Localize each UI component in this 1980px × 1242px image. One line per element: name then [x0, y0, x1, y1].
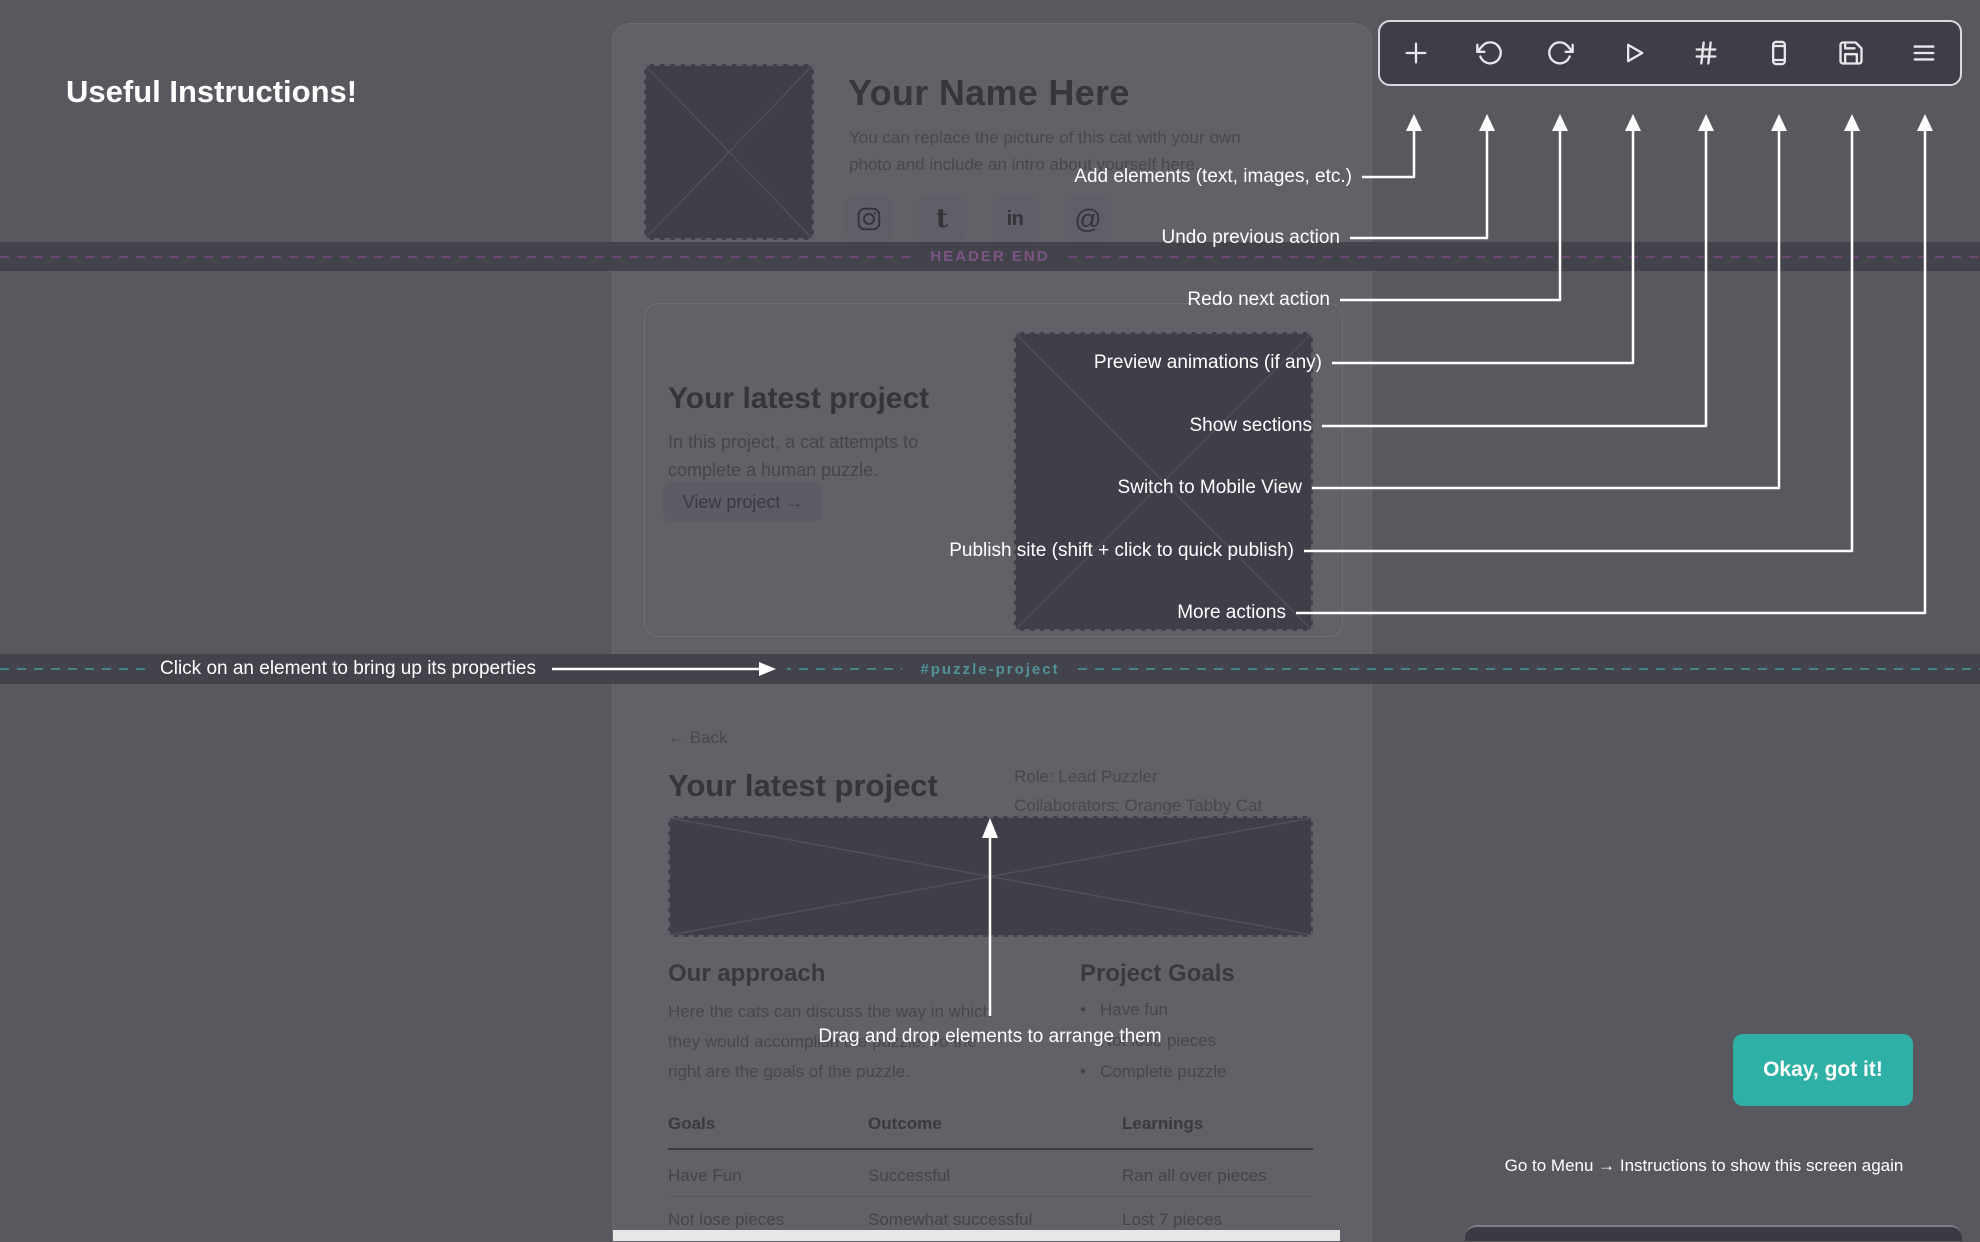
tip-publish: Publish site (shift + click to quick pub… [949, 538, 1294, 564]
project-card-description: In this project, a cat attempts to compl… [668, 428, 968, 484]
menu-icon [1910, 39, 1938, 67]
threads-icon[interactable]: @ [1064, 195, 1112, 243]
editor-toolbar [1378, 20, 1962, 86]
table-cell: Have Fun [668, 1166, 742, 1186]
play-icon [1620, 39, 1648, 67]
tumblr-glyph: t [936, 204, 948, 234]
project-role: Role: Lead Puzzler [1014, 762, 1262, 791]
tip-show-sections: Show sections [1189, 413, 1312, 439]
add-elements-button[interactable] [1380, 22, 1453, 84]
table-cell: Lost 7 pieces [1122, 1210, 1222, 1230]
tip-more-actions: More actions [1177, 600, 1286, 626]
instagram-icon[interactable] [845, 195, 893, 243]
right-arrow-icon [552, 661, 777, 677]
tip-mobile-view: Switch to Mobile View [1118, 475, 1302, 501]
page-bottom-edge [613, 1230, 1340, 1241]
save-icon [1837, 39, 1865, 67]
tip-click-element-label: Click on an element to bring up its prop… [160, 658, 536, 680]
table-header-outcome: Outcome [868, 1114, 942, 1134]
instagram-glyph [856, 206, 882, 232]
table-header-learnings: Learnings [1122, 1114, 1203, 1134]
site-name-heading: Your Name Here [848, 72, 1130, 114]
tip-click-element: Click on an element to bring up its prop… [150, 655, 787, 683]
table-cell: Successful [868, 1166, 950, 1186]
show-sections-button[interactable] [1670, 22, 1743, 84]
project-detail-title: Your latest project [668, 768, 938, 804]
view-project-label: View project → [683, 492, 804, 513]
view-project-button[interactable]: View project → [663, 482, 823, 522]
puzzle-project-label: #puzzle-project [920, 661, 1059, 678]
table-cell: Not lose pieces [668, 1210, 784, 1230]
header-end-label: HEADER END [930, 248, 1049, 265]
redo-icon [1547, 39, 1575, 67]
table-row-rule [668, 1196, 1313, 1197]
divider-dash [1078, 668, 1980, 670]
back-link[interactable]: ← Back [668, 724, 728, 751]
project-banner-placeholder[interactable] [668, 816, 1313, 937]
goal-item: Complete puzzle [1080, 1062, 1227, 1082]
smartphone-icon [1765, 39, 1793, 67]
table-header-goals: Goals [668, 1114, 715, 1134]
undo-icon [1475, 39, 1503, 67]
tip-redo: Redo next action [1187, 287, 1330, 313]
table-header-rule [668, 1148, 1313, 1150]
header-end-divider: HEADER END [0, 242, 1980, 271]
linkedin-glyph: in [1007, 208, 1024, 231]
more-actions-button[interactable] [1888, 22, 1961, 84]
divider-dash [1068, 256, 1980, 258]
profile-image-placeholder[interactable] [644, 64, 814, 240]
table-cell: Somewhat successful [868, 1210, 1032, 1230]
overlay-title: Useful Instructions! [66, 74, 357, 110]
publish-button[interactable] [1815, 22, 1888, 84]
goal-item: Have fun [1080, 1000, 1168, 1020]
divider-dash [0, 256, 912, 258]
tip-add-elements: Add elements (text, images, etc.) [1074, 164, 1352, 190]
undo-button[interactable] [1453, 22, 1526, 84]
goals-heading: Project Goals [1080, 960, 1235, 988]
project-card-title: Your latest project [668, 382, 929, 416]
plus-icon [1402, 39, 1430, 67]
placeholder-x-icon [646, 66, 812, 238]
tip-preview-animations: Preview animations (if any) [1094, 350, 1322, 376]
tip-undo: Undo previous action [1162, 225, 1341, 251]
approach-heading: Our approach [668, 960, 825, 988]
linkedin-icon[interactable]: in [991, 195, 1039, 243]
tumblr-icon[interactable]: t [918, 195, 966, 243]
mobile-view-button[interactable] [1743, 22, 1816, 84]
goal-label: Have fun [1100, 1000, 1168, 1020]
threads-glyph: @ [1074, 204, 1101, 235]
reopen-instructions-note: Go to Menu → Instructions to show this s… [1488, 1156, 1920, 1176]
placeholder-x-icon [670, 818, 1311, 935]
goal-label: Complete puzzle [1100, 1062, 1227, 1082]
preview-animations-button[interactable] [1598, 22, 1671, 84]
hash-icon [1692, 39, 1720, 67]
bottom-panel-edge [1465, 1225, 1962, 1241]
redo-button[interactable] [1525, 22, 1598, 84]
okay-got-it-button[interactable]: Okay, got it! [1733, 1034, 1913, 1106]
table-cell: Ran all over pieces [1122, 1166, 1267, 1186]
tip-drag-drop: Drag and drop elements to arrange them [818, 1026, 1161, 1048]
